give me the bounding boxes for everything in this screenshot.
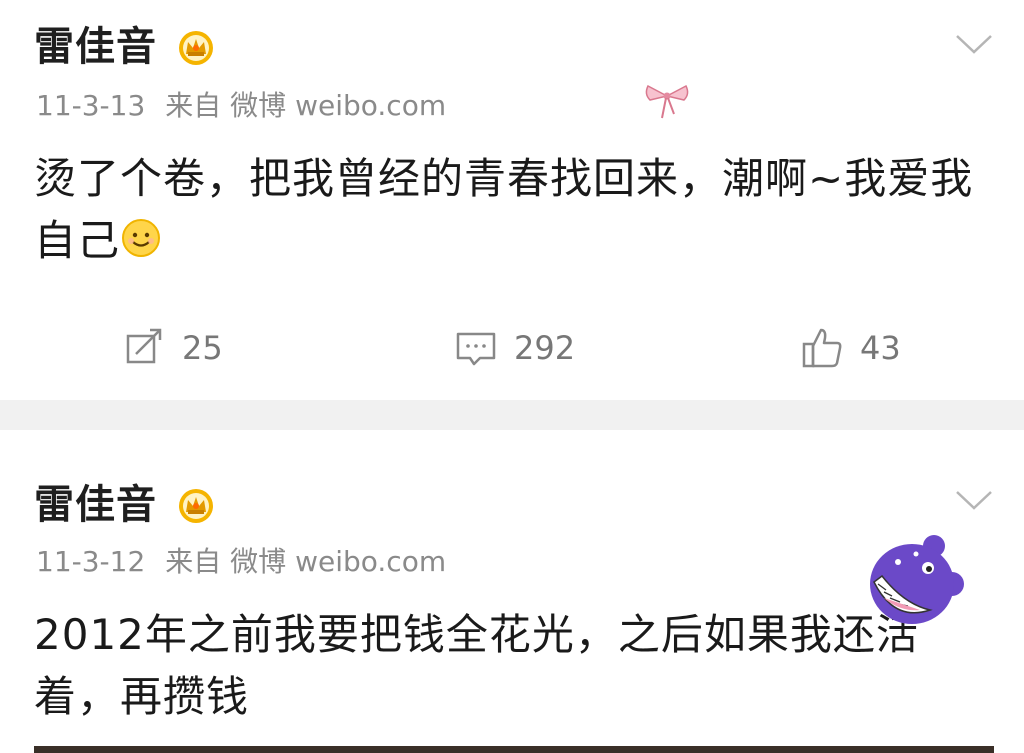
post-content: 2012年之前我要把钱全花光，之后如果我还活着，再攒钱	[34, 604, 994, 728]
post-date: 11-3-13	[36, 89, 146, 122]
like-count: 43	[860, 329, 901, 367]
crown-badge-icon	[179, 31, 213, 65]
post-separator	[0, 400, 1024, 430]
repost-button[interactable]: 25	[122, 326, 223, 370]
post-content: 烫了个卷，把我曾经的青春找回来，潮啊~我爱我自己	[34, 148, 994, 272]
post-text: 2012年之前我要把钱全花光，之后如果我还活着，再攒钱	[34, 610, 919, 721]
comment-button[interactable]: 292	[454, 326, 575, 370]
post-text: 烫了个卷，把我曾经的青春找回来，潮啊~我爱我自己	[34, 154, 974, 265]
ribbon-bow-sticker-icon	[645, 84, 689, 119]
chevron-down-icon[interactable]	[954, 488, 994, 512]
weibo-feed: 雷佳音 11-3-13 来自 微博 weibo.com 烫了个卷，把我曾经的青春找…	[0, 0, 1024, 753]
post-date: 11-3-12	[36, 545, 146, 578]
thumbs-up-icon	[802, 328, 842, 368]
post-meta: 11-3-12 来自 微博 weibo.com	[36, 546, 466, 578]
smile-emoji-icon	[122, 219, 161, 257]
crown-badge-icon	[179, 489, 213, 523]
purple-monster-sticker-icon	[870, 535, 964, 624]
image-preview-strip	[34, 746, 994, 753]
repost-icon	[126, 328, 162, 364]
like-button[interactable]: 43	[800, 326, 901, 370]
chevron-down-icon[interactable]	[954, 32, 994, 56]
comment-count: 292	[514, 329, 576, 367]
post-source: 来自 微博 weibo.com	[165, 89, 447, 122]
username[interactable]: 雷佳音	[34, 482, 157, 528]
username[interactable]: 雷佳音	[34, 24, 157, 70]
weibo-post: 雷佳音 11-3-13 来自 微博 weibo.com 烫了个卷，把我曾经的青春找…	[0, 0, 1024, 400]
post-meta: 11-3-13 来自 微博 weibo.com	[36, 90, 466, 122]
post-actions: 25 292 43	[0, 320, 1024, 380]
repost-count: 25	[182, 329, 223, 367]
post-source: 来自 微博 weibo.com	[165, 545, 447, 578]
comment-icon	[456, 332, 496, 366]
